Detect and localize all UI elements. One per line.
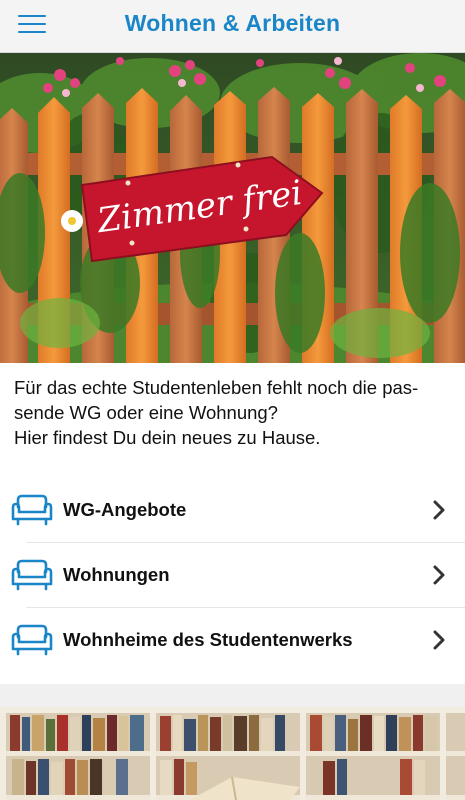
intro-line: Hier findest Du dein neues zu Hause. <box>14 427 321 448</box>
top-bar: Wohnen & Arbeiten <box>0 0 465 53</box>
chevron-right-icon <box>433 565 445 585</box>
sofa-icon <box>11 559 53 591</box>
housing-list: WG-Angebote Wohnungen Wohnheime des Stud… <box>0 478 465 673</box>
list-item-wohnungen[interactable]: Wohnungen <box>0 543 465 608</box>
sofa-icon <box>11 624 53 656</box>
bookshelf-image <box>0 707 465 800</box>
daisy-flower <box>61 210 83 232</box>
list-item-label: Wohnungen <box>63 564 170 585</box>
sofa-icon <box>11 494 53 526</box>
list-item-wg-angebote[interactable]: WG-Angebote <box>0 478 465 543</box>
list-item-label: WG-Angebote <box>63 499 187 520</box>
bookshelf-illustration <box>0 707 465 800</box>
chevron-right-icon <box>433 500 445 520</box>
list-item-label: Wohnheime des Studentenwerks <box>63 629 353 650</box>
list-item-wohnheime[interactable]: Wohnheime des Studentenwerks <box>0 608 465 673</box>
intro-text: Für das echte Studentenleben fehlt noch … <box>14 375 454 450</box>
intro-line: Für das echte Studentenleben fehlt noch … <box>14 377 419 398</box>
intro-line: sende WG oder eine Wohnung? <box>14 402 278 423</box>
hero-illustration: Zimmer frei <box>0 53 465 363</box>
hero-image: Zimmer frei <box>0 53 465 363</box>
chevron-right-icon <box>433 630 445 650</box>
page-title: Wohnen & Arbeiten <box>124 10 341 36</box>
content-card: Für das echte Studentenleben fehlt noch … <box>0 363 465 684</box>
